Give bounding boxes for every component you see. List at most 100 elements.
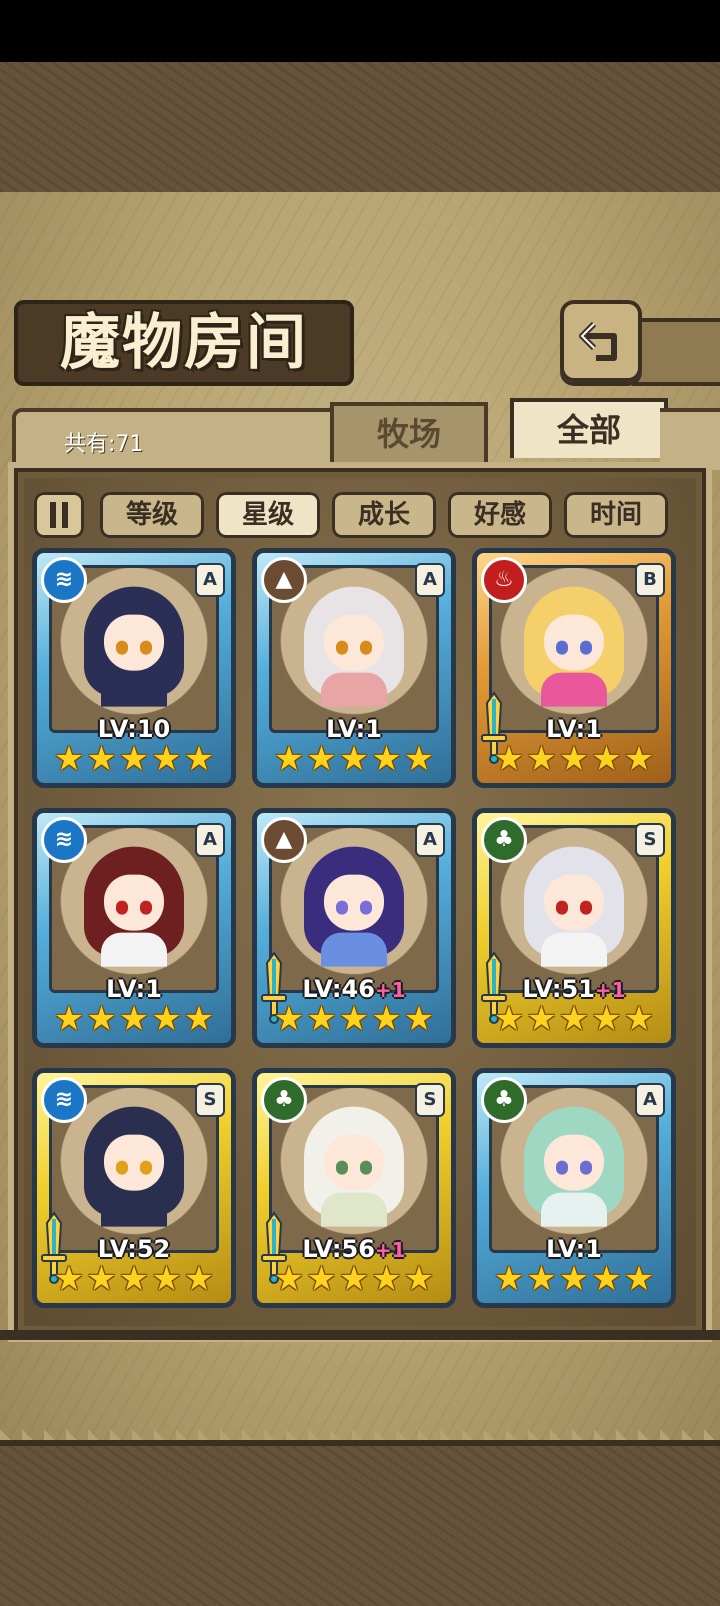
back-button[interactable]: [560, 300, 642, 382]
monster-face: [104, 614, 164, 671]
star-icon: ★: [151, 739, 182, 779]
star-icon: ★: [151, 999, 182, 1039]
monster-card[interactable]: ▲ A LV:1 ★ ★ ★ ★ ★: [252, 548, 456, 788]
monster-card[interactable]: ▲ A LV:46+1 ★ ★ ★ ★ ★: [252, 808, 456, 1048]
star-icon: ★: [53, 1259, 85, 1299]
star-rating: ★ ★ ★ ★ ★: [37, 739, 231, 779]
star-icon: ★: [273, 739, 305, 779]
monster-eye: [336, 900, 348, 915]
monster-outfit: [321, 672, 387, 707]
monster-card[interactable]: ≋ S LV:52 ★ ★ ★ ★ ★: [32, 1068, 236, 1308]
monster-face: [544, 874, 604, 931]
water-element-icon: ≋: [41, 1077, 87, 1123]
filter-growth[interactable]: 成长: [332, 492, 436, 538]
star-icon: ★: [371, 999, 402, 1039]
star-icon: ★: [591, 999, 622, 1039]
monster-eye: [556, 1160, 568, 1175]
star-icon: ★: [53, 999, 85, 1039]
monster-outfit: [321, 1192, 387, 1227]
star-icon: ★: [493, 999, 525, 1039]
wood-element-icon: ♣: [261, 1077, 307, 1123]
rank-badge: A: [635, 1083, 665, 1117]
rank-badge: A: [415, 823, 445, 857]
monster-card[interactable]: ♣ S LV:51+1 ★ ★ ★ ★ ★: [472, 808, 676, 1048]
star-icon: ★: [273, 1259, 305, 1299]
tab-farm[interactable]: 牧场: [330, 402, 488, 462]
monster-outfit: [321, 932, 387, 967]
monster-outfit: [541, 672, 607, 707]
monster-face: [324, 1134, 384, 1191]
earth-element-icon: ▲: [261, 817, 307, 863]
tab-bar-end: [660, 408, 720, 470]
monster-eye: [556, 640, 568, 655]
monster-card[interactable]: ≋ A LV:1 ★ ★ ★ ★ ★: [32, 808, 236, 1048]
monster-portrait: [299, 846, 409, 967]
monster-eye: [580, 640, 592, 655]
monster-face: [324, 874, 384, 931]
star-icon: ★: [403, 1259, 435, 1299]
sort-toggle-button[interactable]: [34, 492, 84, 538]
star-rating: ★ ★ ★ ★ ★: [257, 739, 451, 779]
monster-face: [104, 874, 164, 931]
star-icon: ★: [591, 739, 622, 779]
monster-eye: [580, 1160, 592, 1175]
wood-element-icon: ♣: [481, 817, 527, 863]
tab-all[interactable]: 全部: [510, 398, 668, 458]
page-title: 魔物房间: [60, 308, 308, 378]
sort-toggle-icon: [50, 502, 56, 528]
water-element-icon: ≋: [41, 557, 87, 603]
star-icon: ★: [526, 1259, 557, 1299]
monster-eye: [116, 900, 128, 915]
monster-face: [104, 1134, 164, 1191]
star-icon: ★: [493, 739, 525, 779]
sort-filter-bar: 等级 星级 成长 好感 时间: [34, 492, 674, 538]
star-icon: ★: [526, 739, 557, 779]
rank-badge: A: [415, 563, 445, 597]
monster-face: [324, 614, 384, 671]
star-rating: ★ ★ ★ ★ ★: [257, 1259, 451, 1299]
rank-badge: B: [635, 563, 665, 597]
star-icon: ★: [403, 739, 435, 779]
fire-element-icon: ♨: [481, 557, 527, 603]
star-icon: ★: [151, 1259, 182, 1299]
star-icon: ★: [273, 999, 305, 1039]
monster-card[interactable]: ≋ A LV:10 ★ ★ ★ ★ ★: [32, 548, 236, 788]
earth-element-icon: ▲: [261, 557, 307, 603]
star-icon: ★: [371, 1259, 402, 1299]
star-rating: ★ ★ ★ ★ ★: [477, 739, 671, 779]
rank-badge: A: [195, 823, 225, 857]
star-icon: ★: [183, 1259, 215, 1299]
monster-count-bar: 共有:71: [12, 408, 340, 468]
filter-affection[interactable]: 好感: [448, 492, 552, 538]
monster-grid: ≋ A LV:10 ★ ★ ★ ★ ★ ▲ A LV:1 ★ ★ ★ ★ ★ ♨…: [32, 548, 688, 1318]
star-icon: ★: [306, 999, 337, 1039]
star-icon: ★: [338, 1259, 370, 1299]
rank-badge: S: [415, 1083, 445, 1117]
filter-star[interactable]: 星级: [216, 492, 320, 538]
star-icon: ★: [493, 1259, 525, 1299]
filter-level[interactable]: 等级: [100, 492, 204, 538]
panel-footer: [0, 1330, 720, 1340]
monster-eye: [360, 900, 372, 915]
monster-card[interactable]: ♣ S LV:56+1 ★ ★ ★ ★ ★: [252, 1068, 456, 1308]
star-icon: ★: [403, 999, 435, 1039]
monster-card[interactable]: ♣ A LV:1 ★ ★ ★ ★ ★: [472, 1068, 676, 1308]
star-rating: ★ ★ ★ ★ ★: [477, 999, 671, 1039]
star-icon: ★: [623, 739, 655, 779]
monster-card[interactable]: ♨ B LV:1 ★ ★ ★ ★ ★: [472, 548, 676, 788]
monster-eye: [336, 640, 348, 655]
monster-face: [544, 1134, 604, 1191]
monster-outfit: [101, 672, 167, 707]
back-button-rail: [632, 318, 720, 386]
wood-element-icon: ♣: [481, 1077, 527, 1123]
monster-outfit: [541, 1192, 607, 1227]
star-icon: ★: [53, 739, 85, 779]
star-rating: ★ ★ ★ ★ ★: [37, 999, 231, 1039]
rank-badge: A: [195, 563, 225, 597]
star-icon: ★: [183, 999, 215, 1039]
star-icon: ★: [118, 739, 150, 779]
monster-eye: [140, 900, 152, 915]
filter-time[interactable]: 时间: [564, 492, 668, 538]
monster-eye: [140, 640, 152, 655]
monster-portrait: [299, 586, 409, 707]
